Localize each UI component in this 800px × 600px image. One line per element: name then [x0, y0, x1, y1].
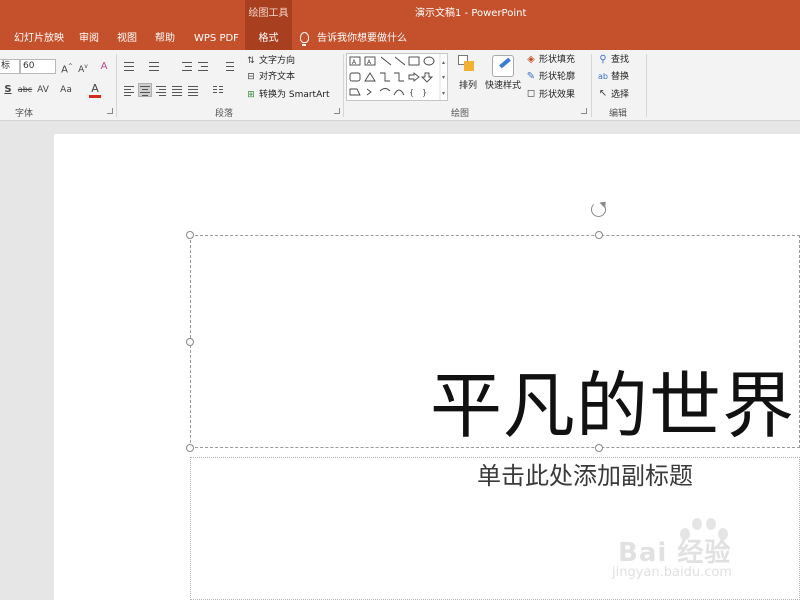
align-left-icon[interactable] — [123, 84, 135, 96]
tell-me-search[interactable]: 告诉我你想要做什么 — [300, 27, 407, 50]
drawing-dialog-launcher-icon[interactable] — [581, 108, 587, 114]
font-size-value: 60 — [23, 61, 35, 71]
numbering-icon[interactable] — [148, 60, 160, 72]
find-icon: ⚲ — [599, 54, 607, 65]
justify-icon[interactable] — [171, 84, 183, 96]
select-button[interactable]: 选择 — [611, 88, 629, 102]
shape-fill-icon: ◈ — [527, 54, 535, 65]
tab-slideshow[interactable]: 幻灯片放映 — [14, 27, 64, 50]
shape-effects-button[interactable]: 形状效果 — [539, 88, 575, 102]
window-title: 演示文稿1 - PowerPoint — [415, 8, 527, 19]
svg-text:▴: ▴ — [442, 59, 445, 66]
decrease-font-icon[interactable]: Av — [77, 61, 89, 75]
resize-handle-top-center[interactable] — [595, 231, 603, 239]
watermark-url-text: jingyan.baidu.com — [612, 565, 732, 580]
line-spacing-icon[interactable] — [222, 60, 234, 72]
clear-formatting-icon[interactable]: A — [98, 61, 110, 73]
font-group-label: 字体 — [15, 109, 34, 119]
increase-font-icon[interactable]: A^ — [61, 61, 73, 75]
drawing-group-label: 绘图 — [451, 109, 470, 119]
align-right-icon[interactable] — [155, 84, 167, 96]
arrange-button[interactable]: 排列 — [459, 79, 477, 93]
tab-help[interactable]: 帮助 — [155, 27, 175, 50]
replace-icon: ab — [598, 72, 608, 81]
shadow-icon[interactable]: S — [2, 84, 14, 96]
align-text-icon: ⊟ — [247, 72, 255, 82]
tab-review[interactable]: 审阅 — [79, 27, 99, 50]
font-name-value: 标 — [1, 61, 11, 71]
svg-text:▾: ▾ — [442, 74, 445, 81]
group-separator — [591, 54, 592, 117]
select-cursor-icon: ↖ — [598, 88, 608, 99]
arrange-icon — [458, 55, 476, 75]
paragraph-group-label: 段落 — [215, 109, 234, 119]
lightbulb-icon — [300, 32, 309, 46]
rotate-handle-icon[interactable] — [591, 202, 606, 217]
font-color-icon[interactable]: A — [89, 83, 101, 95]
text-direction-button[interactable]: 文字方向 — [259, 54, 295, 68]
slide-subtitle[interactable]: 单击此处添加副标题 — [477, 461, 693, 491]
shape-outline-icon: ✎ — [526, 71, 536, 82]
font-dialog-launcher-icon[interactable] — [107, 108, 113, 114]
watermark-main-text: Bai 经验 — [618, 538, 732, 568]
columns-icon[interactable] — [212, 84, 224, 96]
convert-smartart-button[interactable]: 转换为 SmartArt — [259, 88, 329, 102]
svg-text:▾: ▾ — [442, 90, 445, 97]
shape-outline-button[interactable]: 形状轮廓 — [539, 70, 575, 84]
decrease-indent-icon[interactable] — [181, 60, 193, 72]
group-separator — [116, 54, 117, 117]
replace-button[interactable]: 替换 — [611, 70, 629, 84]
smartart-icon: ⊞ — [247, 90, 255, 100]
ribbon-tabs: 幻灯片放映 审阅 视图 帮助 WPS PDF 格式 告诉我你想要做什么 — [0, 27, 800, 50]
find-button[interactable]: 查找 — [611, 53, 629, 67]
tab-view[interactable]: 视图 — [117, 27, 137, 50]
bullets-icon[interactable] — [123, 60, 135, 72]
char-spacing-icon[interactable]: AV — [35, 84, 51, 96]
shape-fill-button[interactable]: 形状填充 — [539, 53, 575, 67]
align-text-button[interactable]: 对齐文本 — [259, 70, 295, 84]
change-case-icon[interactable]: Aa — [58, 84, 74, 96]
resize-handle-bottom-left[interactable] — [186, 444, 194, 452]
baidu-watermark: Bai 经验 jingyan.baidu.com — [612, 510, 762, 590]
strikethrough-icon[interactable]: abc — [17, 84, 33, 96]
text-direction-icon: ⇅ — [247, 56, 255, 66]
font-size-box[interactable]: 60 — [20, 59, 56, 74]
font-name-box[interactable]: 标 — [0, 59, 20, 74]
svg-text:{: { — [409, 88, 414, 97]
shape-gallery[interactable]: A A { } ▴ ▾ ▾ — [346, 53, 448, 101]
group-separator — [646, 54, 647, 117]
editing-group-label: 编辑 — [609, 109, 628, 119]
font-color-bar — [89, 95, 101, 98]
shape-gallery-icons: A A { } ▴ ▾ ▾ — [349, 54, 445, 100]
svg-text:}: } — [422, 88, 427, 97]
distributed-icon[interactable] — [187, 84, 199, 96]
tell-me-text: 告诉我你想要做什么 — [317, 33, 407, 44]
group-separator — [343, 54, 344, 117]
title-bar: 绘图工具 演示文稿1 - PowerPoint — [0, 0, 800, 27]
paragraph-dialog-launcher-icon[interactable] — [334, 108, 340, 114]
slide-title[interactable]: 平凡的世界 — [430, 363, 795, 449]
quick-styles-button[interactable]: 快速样式 — [485, 79, 521, 93]
tab-wps-pdf[interactable]: WPS PDF — [194, 27, 239, 50]
quick-styles-icon — [492, 55, 514, 77]
resize-handle-top-left[interactable] — [186, 231, 194, 239]
align-center-icon[interactable] — [138, 83, 152, 97]
tab-format[interactable]: 格式 — [245, 27, 292, 50]
drawing-tools-context-label: 绘图工具 — [245, 0, 292, 27]
resize-handle-middle-left[interactable] — [186, 338, 194, 346]
shape-effects-icon: ◻ — [526, 88, 536, 99]
increase-indent-icon[interactable] — [197, 60, 209, 72]
